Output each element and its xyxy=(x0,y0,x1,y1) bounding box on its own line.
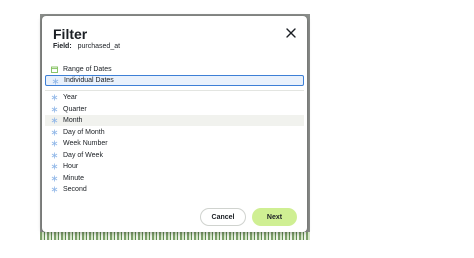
unit-day-of-week[interactable]: Day of Week xyxy=(45,150,304,161)
next-button[interactable]: Next xyxy=(252,208,297,226)
close-icon xyxy=(286,28,296,38)
unit-month[interactable]: Month xyxy=(45,115,304,126)
unit-label: Year xyxy=(63,94,78,101)
unit-label: Week Number xyxy=(63,140,108,147)
unit-second[interactable]: Second xyxy=(45,184,304,195)
unit-label: Minute xyxy=(63,174,85,182)
option-label: Individual Dates xyxy=(64,77,114,84)
filter-dialog: Filter Field: purchased_at Range of Date… xyxy=(42,16,307,232)
field-label: Field: xyxy=(53,43,72,50)
snowflake-icon xyxy=(51,152,58,159)
snowflake-icon xyxy=(51,186,58,193)
option-label: Range of Dates xyxy=(63,66,112,73)
background-content-strip xyxy=(40,232,310,240)
unit-label: Day of Month xyxy=(63,128,105,136)
snowflake-icon xyxy=(51,117,58,124)
divider xyxy=(45,90,304,91)
unit-label: Second xyxy=(63,186,87,193)
cancel-button[interactable]: Cancel xyxy=(200,208,246,226)
unit-week-number[interactable]: Week Number xyxy=(45,138,304,149)
unit-quarter[interactable]: Quarter xyxy=(45,104,304,115)
unit-label: Month xyxy=(63,117,83,124)
unit-label: Day of Week xyxy=(63,151,103,159)
snowflake-icon xyxy=(51,163,58,170)
field-value: purchased_at xyxy=(77,43,121,50)
unit-label: Quarter xyxy=(63,105,87,113)
snowflake-icon xyxy=(51,94,58,101)
unit-day-of-month[interactable]: Day of Month xyxy=(45,127,304,138)
unit-year[interactable]: Year xyxy=(45,92,304,103)
field-row: Field: purchased_at xyxy=(53,43,120,50)
close-button[interactable] xyxy=(284,26,298,40)
snowflake-icon xyxy=(51,129,58,136)
option-individual-dates[interactable]: Individual Dates xyxy=(45,75,304,86)
unit-label: Hour xyxy=(63,163,79,170)
dialog-title: Filter xyxy=(53,26,88,42)
option-range-of-dates[interactable]: Range of Dates xyxy=(45,64,304,75)
snowflake-icon xyxy=(51,106,58,113)
calendar-icon xyxy=(51,66,58,73)
unit-minute[interactable]: Minute xyxy=(45,173,304,184)
snowflake-icon xyxy=(52,78,59,85)
unit-hour[interactable]: Hour xyxy=(45,161,304,172)
snowflake-icon xyxy=(51,175,58,182)
snowflake-icon xyxy=(51,140,58,147)
